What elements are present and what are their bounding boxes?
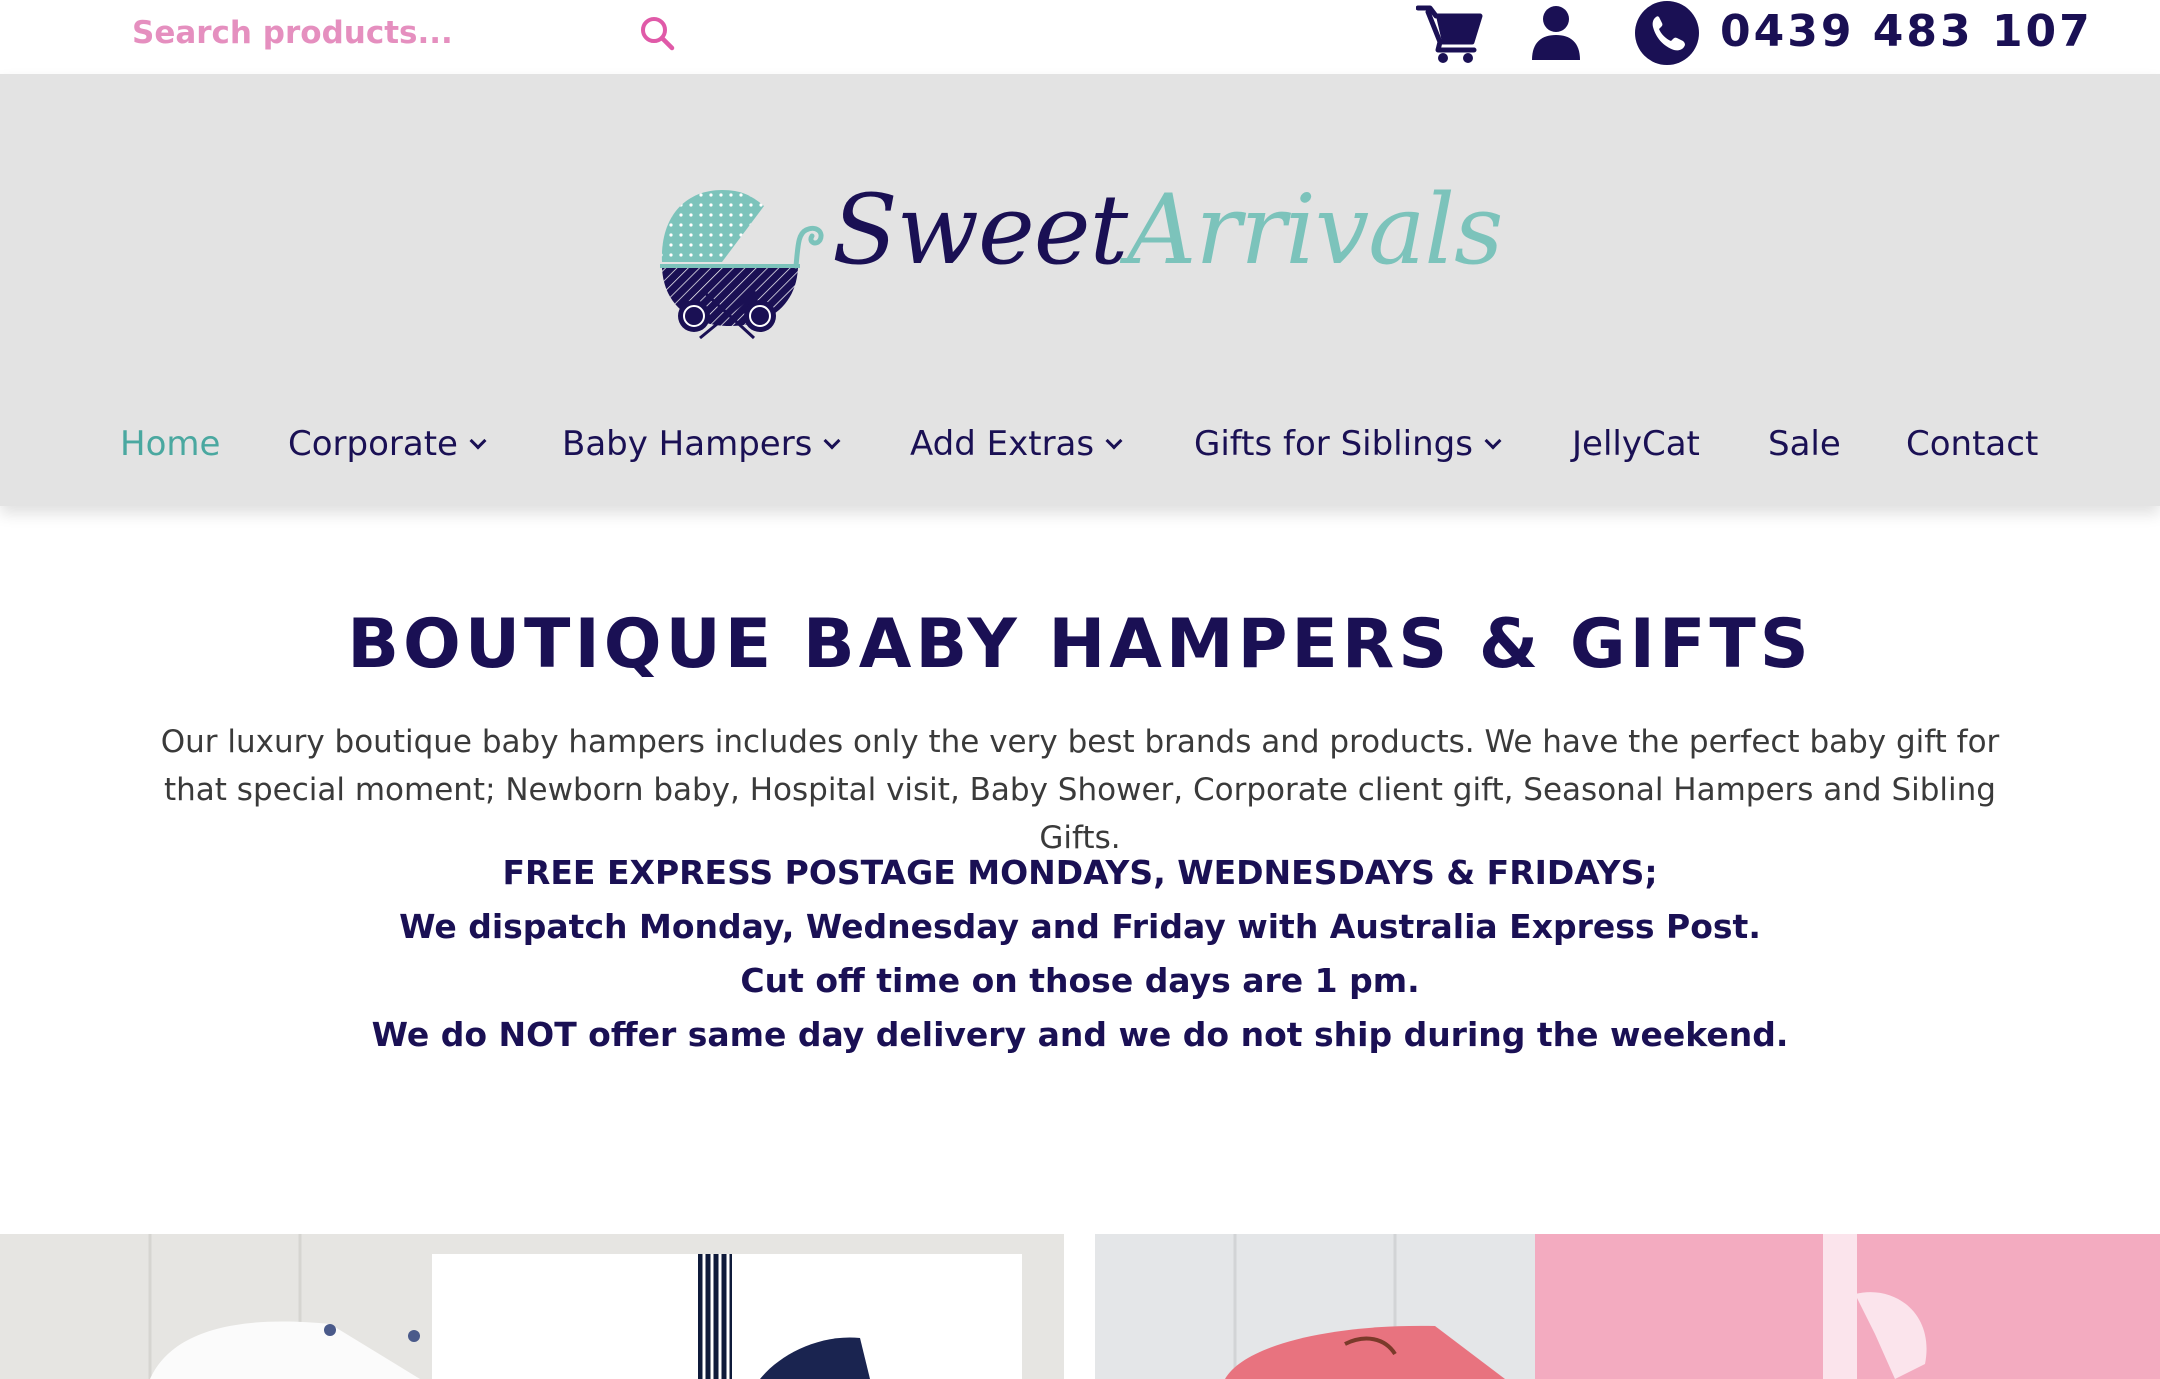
nav-label: Add Extras bbox=[910, 424, 1095, 464]
shipping-notice: FREE EXPRESS POSTAGE MONDAYS, WEDNESDAYS… bbox=[0, 846, 2160, 1062]
nav-label: JellyCat bbox=[1572, 424, 1700, 464]
chevron-down-icon bbox=[469, 432, 487, 450]
notice-line: We dispatch Monday, Wednesday and Friday… bbox=[399, 907, 1761, 946]
site-header: SweetArrivals Home Corporate Baby Hamper… bbox=[0, 74, 2160, 506]
page-title: BOUTIQUE BABY HAMPERS & GIFTS bbox=[347, 605, 1813, 684]
nav-item-sale[interactable]: Sale bbox=[1768, 414, 1841, 474]
nav-item-jellycat[interactable]: JellyCat bbox=[1572, 414, 1700, 474]
nav-label: Contact bbox=[1906, 424, 2039, 464]
notice-line: We do NOT offer same day delivery and we… bbox=[371, 1015, 1789, 1054]
nav-label: Corporate bbox=[288, 424, 458, 464]
product-tile-girl-hamper[interactable] bbox=[1095, 1234, 2160, 1379]
nav-item-add-extras[interactable]: Add Extras bbox=[910, 414, 1123, 474]
account-icon[interactable] bbox=[1530, 4, 1582, 60]
intro-text: Our luxury boutique baby hampers include… bbox=[160, 724, 2000, 856]
nav-label: Home bbox=[120, 424, 221, 464]
chevron-down-icon bbox=[1105, 432, 1123, 450]
nav-label: Gifts for Siblings bbox=[1194, 424, 1473, 464]
site-logo[interactable]: SweetArrivals bbox=[656, 130, 1503, 340]
chevron-down-icon bbox=[1484, 432, 1502, 450]
product-photo bbox=[0, 1234, 1064, 1379]
logo-word-arrivals: Arrivals bbox=[1127, 174, 1503, 286]
search-input[interactable] bbox=[132, 8, 612, 58]
pram-icon bbox=[660, 190, 824, 340]
search-icon[interactable] bbox=[636, 12, 680, 56]
phone-number-link[interactable]: 0439 483 107 bbox=[1720, 2, 2093, 62]
nav-item-corporate[interactable]: Corporate bbox=[288, 414, 487, 474]
search-form bbox=[132, 0, 680, 66]
nav-item-gifts-for-siblings[interactable]: Gifts for Siblings bbox=[1194, 414, 1502, 474]
chevron-down-icon bbox=[823, 432, 841, 450]
notice-line: FREE EXPRESS POSTAGE MONDAYS, WEDNESDAYS… bbox=[502, 853, 1658, 892]
cart-icon[interactable] bbox=[1416, 2, 1484, 64]
main-nav: Home Corporate Baby Hampers Add Extras G… bbox=[0, 414, 2160, 474]
nav-item-baby-hampers[interactable]: Baby Hampers bbox=[562, 414, 841, 474]
nav-label: Baby Hampers bbox=[562, 424, 813, 464]
product-tile-boy-hamper[interactable] bbox=[0, 1234, 1064, 1379]
phone-icon bbox=[1635, 1, 1699, 65]
logo-wordmark: SweetArrivals bbox=[832, 170, 1503, 290]
logo-word-sweet: Sweet bbox=[832, 174, 1128, 286]
nav-item-contact[interactable]: Contact bbox=[1906, 414, 2038, 474]
nav-label: Sale bbox=[1768, 424, 1841, 464]
nav-item-home[interactable]: Home bbox=[120, 414, 220, 474]
notice-line: Cut off time on those days are 1 pm. bbox=[740, 961, 1420, 1000]
product-photo bbox=[1095, 1234, 2160, 1379]
top-bar: 0439 483 107 bbox=[0, 0, 2160, 74]
